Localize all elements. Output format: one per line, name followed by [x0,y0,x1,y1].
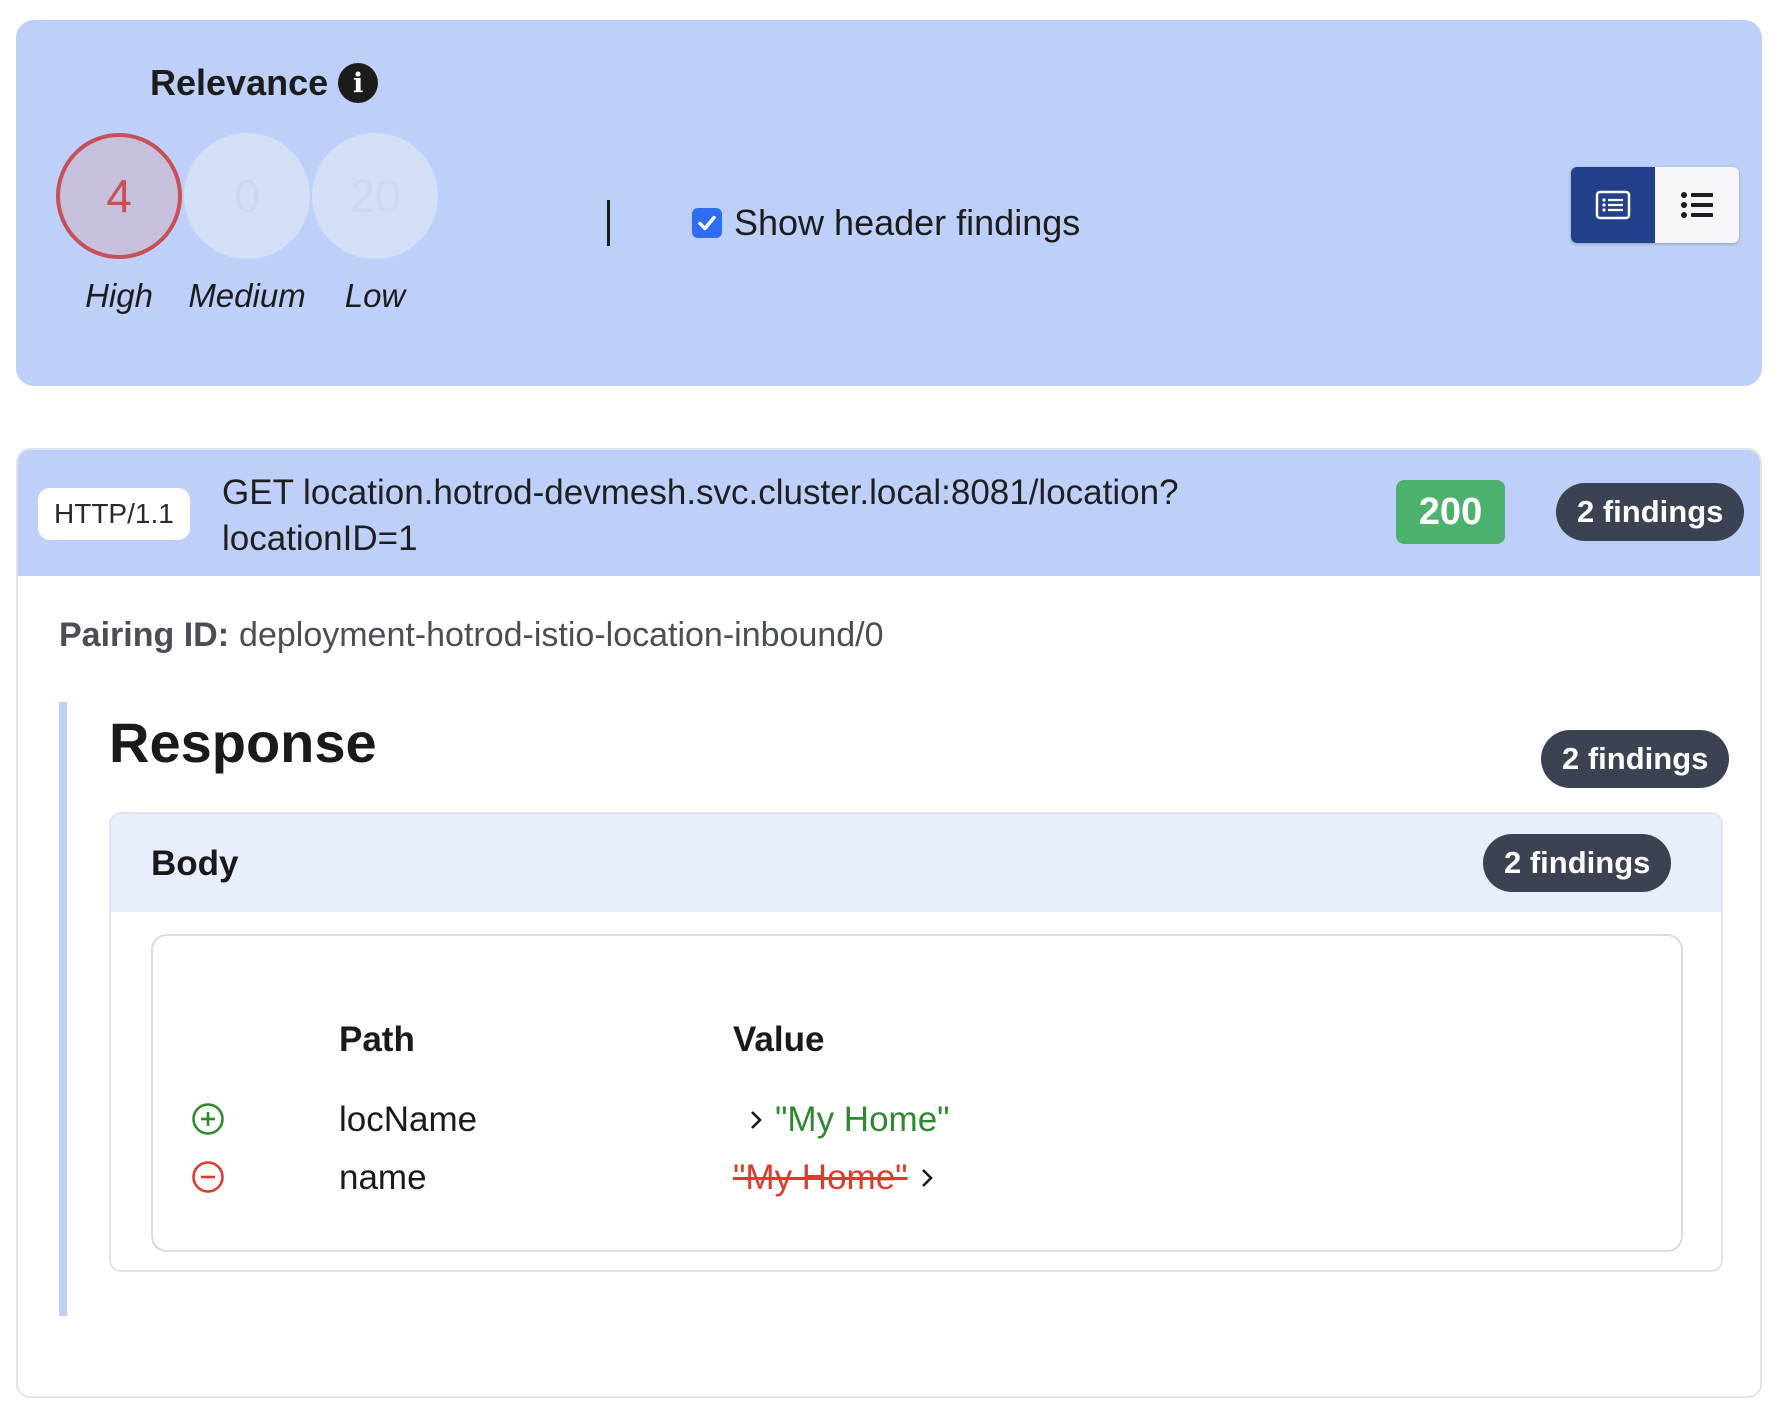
severity-high[interactable]: 4 High [56,133,182,315]
severity-medium-count: 0 [184,133,310,259]
severity-high-label: High [85,277,153,314]
show-header-findings-label[interactable]: Show header findings [734,202,1080,244]
request-header[interactable]: HTTP/1.1 GET location.hotrod-devmesh.svc… [18,450,1760,576]
request-line-query: locationID=1 [222,519,418,558]
request-findings-badge: 2 findings [1556,483,1745,541]
pairing-id-label: Pairing ID: [59,616,230,654]
row-value[interactable]: "My Home" [747,1100,950,1140]
severity-high-count: 4 [56,133,182,259]
body-findings-badge: 2 findings [1483,834,1672,892]
show-header-findings-toggle[interactable]: Show header findings [692,202,1080,244]
status-code-badge: 200 [1396,480,1505,544]
diff-table: Path Value locName "My Home" name "My Ho… [151,934,1683,1252]
body-title: Body [151,844,239,883]
response-title: Response [109,711,377,774]
show-header-findings-checkbox[interactable] [692,208,722,238]
row-path: locName [339,1100,478,1139]
severity-low-count: 20 [312,133,438,259]
info-icon[interactable]: i [338,63,379,103]
detail-view-button[interactable] [1571,167,1655,243]
table-row: name "My Home" [153,1152,1681,1202]
severity-low-label: Low [344,277,406,314]
plus-circle-icon [192,1103,224,1135]
pairing-id-value: deployment-hotrod-istio-location-inbound… [239,616,884,654]
checkmark-icon [698,215,716,231]
severity-medium-label: Medium [188,277,306,314]
severity-medium[interactable]: 0 Medium [184,133,310,315]
bullet-list-icon [1681,192,1713,218]
vertical-divider [607,200,610,246]
chevron-right-icon[interactable] [918,1166,936,1190]
value-column-header: Value [733,1020,825,1059]
minus-circle-icon [192,1161,224,1193]
row-value[interactable]: "My Home" [733,1158,936,1198]
request-line-url: GET location.hotrod-devmesh.svc.cluster.… [222,473,1179,512]
view-mode-toggle [1571,167,1739,243]
request-card: HTTP/1.1 GET location.hotrod-devmesh.svc… [16,448,1762,1398]
body-header[interactable]: Body 2 findings [111,814,1721,912]
relevance-heading: Relevance i [150,62,379,104]
response-findings-badge: 2 findings [1541,730,1730,788]
response-section: Response 2 findings Body 2 findings Path… [59,702,1730,1316]
severity-low[interactable]: 20 Low [312,133,438,315]
path-column-header: Path [339,1020,415,1059]
table-row: locName "My Home" [153,1094,1681,1144]
detail-list-icon [1595,190,1631,220]
row-path: name [339,1158,427,1197]
protocol-badge: HTTP/1.1 [38,488,190,540]
relevance-title: Relevance [150,62,329,103]
list-view-button[interactable] [1655,167,1739,243]
relevance-panel: Relevance i 4 High 0 Medium 20 Low Show … [16,20,1762,386]
added-value: "My Home" [775,1100,950,1139]
pairing-id: Pairing ID: deployment-hotrod-istio-locat… [59,616,884,655]
body-panel: Body 2 findings Path Value locName "My H… [109,812,1723,1272]
request-line: GET location.hotrod-devmesh.svc.cluster.… [222,470,1282,562]
removed-value: "My Home" [733,1158,908,1197]
chevron-right-icon[interactable] [747,1108,765,1132]
